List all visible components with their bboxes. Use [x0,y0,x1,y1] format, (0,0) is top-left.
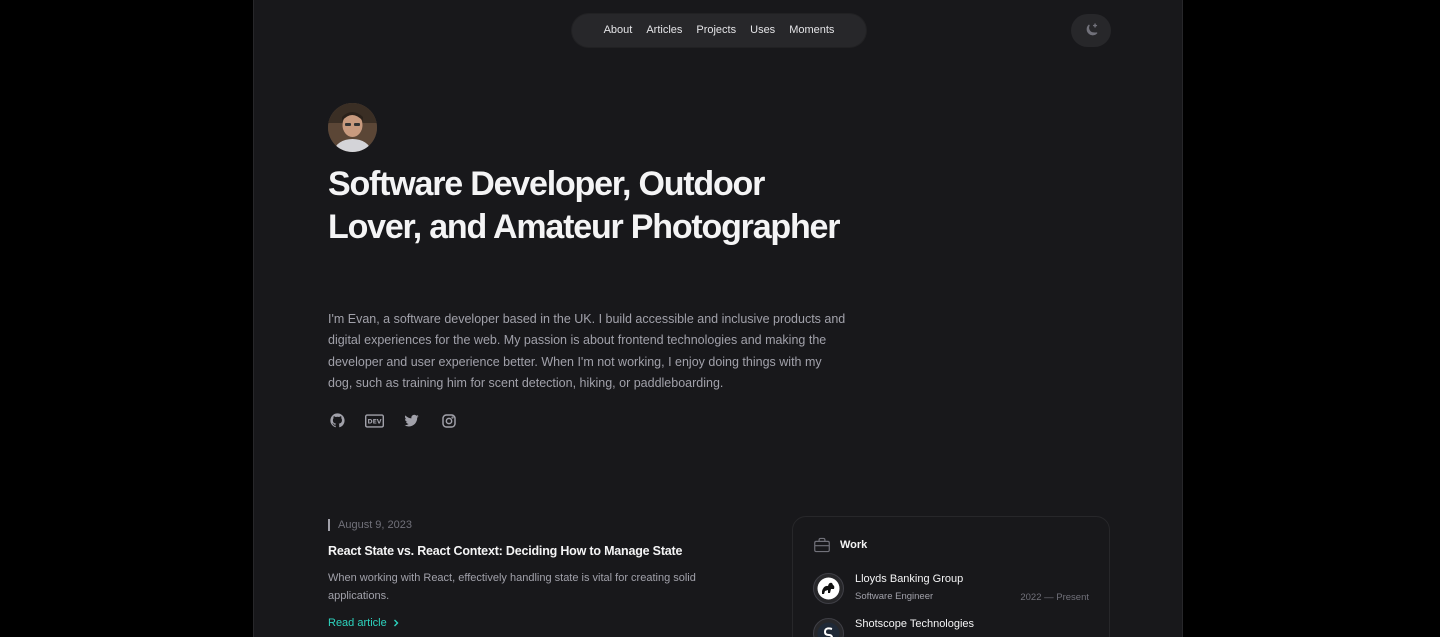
work-heading-label: Work [840,539,868,551]
nav-moments[interactable]: Moments [782,14,841,47]
main-nav: About Articles Projects Uses Moments [572,14,866,47]
work-heading: Work [813,537,1089,553]
article-date: August 9, 2023 [328,515,728,535]
article-summary: When working with React, effectively han… [328,572,696,602]
nav-projects[interactable]: Projects [689,14,743,47]
nav-uses[interactable]: Uses [743,14,782,47]
github-icon[interactable] [328,411,347,430]
instagram-icon[interactable] [439,411,458,430]
chevron-right-icon [393,619,399,627]
lloyds-logo [813,573,844,604]
job-company: Lloyds Banking Group [855,573,964,585]
work-card: Work Lloyds Banking Group Software Engin… [792,516,1110,637]
twitter-icon[interactable] [402,411,421,430]
article-title[interactable]: React State vs. React Context: Deciding … [328,544,728,558]
nav-articles[interactable]: Articles [639,14,689,47]
read-article-link[interactable]: Read article [328,617,399,629]
job-dates: 2022 — Present [1020,592,1089,603]
job-item: Lloyds Banking Group Software Engineer 2… [813,573,1089,604]
page-container: About Articles Projects Uses Moments Sof… [253,0,1183,637]
dev-icon[interactable]: DEV [365,411,384,430]
job-item: Shotscope Technologies [813,618,1089,637]
article-card[interactable]: August 9, 2023 React State vs. React Con… [328,515,728,631]
job-company: Shotscope Technologies [855,618,975,630]
moon-icon [1086,23,1097,36]
shotscope-logo [813,618,844,637]
theme-toggle-button[interactable] [1071,14,1111,47]
page-title: Software Developer, Outdoor Lover, and A… [328,165,841,246]
social-links: DEV [328,411,458,430]
read-article-label: Read article [328,617,387,629]
briefcase-icon [814,537,830,553]
svg-text:DEV: DEV [367,418,381,425]
hero-intro: I'm Evan, a software developer based in … [328,312,846,390]
nav-about[interactable]: About [597,14,640,47]
avatar[interactable] [328,103,377,152]
